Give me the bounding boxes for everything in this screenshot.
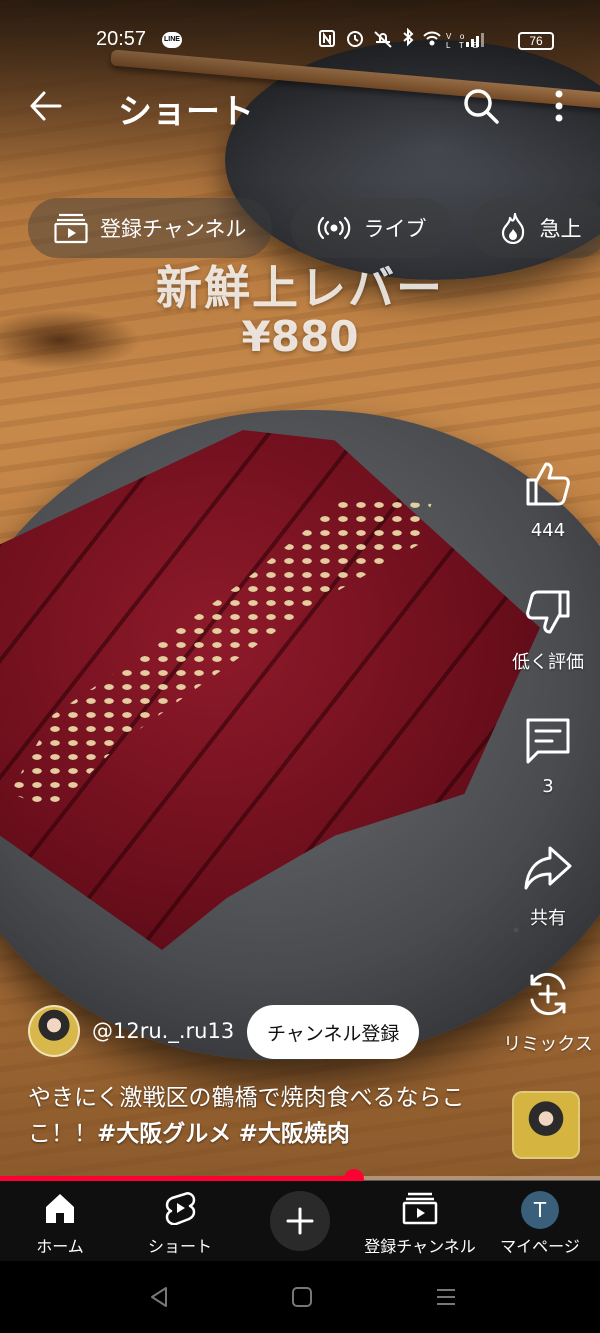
system-recents-button[interactable] — [434, 1285, 458, 1313]
channel-row: @12ru._.ru13 チャンネル登録 — [28, 1005, 488, 1059]
plus-icon — [286, 1207, 314, 1235]
chip-live[interactable]: ライブ — [291, 198, 453, 258]
live-icon — [318, 216, 351, 240]
channel-handle[interactable]: @12ru._.ru13 — [92, 1019, 234, 1043]
status-bar: 20:57 LINE Vo LTE 76 — [0, 24, 600, 58]
page-title: ショート — [118, 92, 254, 132]
channel-avatar[interactable] — [28, 1005, 80, 1057]
nav-home[interactable]: ホーム — [0, 1191, 120, 1257]
shorts-header: ショート — [0, 80, 600, 136]
chip-label: 急上 — [539, 217, 582, 241]
nav-label: ショート — [147, 1237, 212, 1256]
shorts-icon — [165, 1192, 196, 1225]
system-status-icons: Vo LTE — [319, 27, 484, 50]
status-icons: Vo LTE — [318, 27, 490, 55]
trending-icon — [501, 212, 524, 244]
battery-indicator: 76 — [518, 32, 554, 50]
menu-recents-icon — [437, 1289, 455, 1305]
dislike-label: 低く評価 — [512, 652, 584, 673]
search-icon — [464, 89, 499, 124]
search-button[interactable] — [462, 86, 500, 126]
line-notification-icon: LINE — [162, 32, 182, 48]
share-arrow-icon — [524, 846, 572, 890]
more-vert-icon — [555, 90, 563, 122]
thumb-up-icon — [526, 462, 570, 506]
subscriptions-icon — [54, 213, 88, 244]
svg-text:Vo: Vo — [446, 32, 473, 41]
system-home-button[interactable] — [291, 1285, 313, 1313]
share-button[interactable]: 共有 — [496, 842, 600, 930]
nav-shorts[interactable]: ショート — [120, 1191, 240, 1257]
video-overlay-price: ¥880 — [241, 312, 359, 361]
remix-button[interactable]: リミックス — [496, 968, 600, 1056]
back-arrow-icon — [30, 91, 62, 121]
system-back-button[interactable] — [148, 1285, 170, 1313]
bottom-navigation: ホーム ショート 登録チャンネル T マイページ — [0, 1181, 600, 1261]
subscribe-button[interactable]: チャンネル登録 — [247, 1005, 420, 1059]
thumb-down-icon — [526, 590, 570, 634]
square-home-icon — [292, 1287, 312, 1307]
nav-label: ホーム — [36, 1237, 84, 1256]
home-icon — [46, 1194, 74, 1223]
chip-label: 登録チャンネル — [100, 217, 247, 241]
nav-label: マイページ — [500, 1237, 580, 1256]
comment-icon — [526, 718, 570, 764]
triangle-back-icon — [151, 1287, 167, 1307]
nav-subscriptions[interactable]: 登録チャンネル — [360, 1191, 480, 1257]
remix-label: リミックス — [503, 1034, 593, 1055]
comment-count: 3 — [542, 776, 554, 797]
video-overlay-title: 新鮮上レバー — [156, 261, 444, 315]
subscriptions-icon — [402, 1192, 438, 1225]
comments-button[interactable]: 3 — [496, 714, 600, 797]
back-button[interactable] — [28, 86, 64, 126]
video-caption[interactable]: やきにく激戦区の鶴橋で焼肉食べるならここ！！#大阪グルメ #大阪焼肉 — [28, 1080, 488, 1152]
chip-subscriptions[interactable]: 登録チャンネル — [28, 198, 273, 258]
filter-chips: 登録チャンネル ライブ 急上 — [28, 198, 600, 258]
like-button[interactable]: 444 — [496, 458, 600, 541]
hashtag[interactable]: #大阪焼肉 — [239, 1121, 350, 1147]
share-label: 共有 — [530, 908, 566, 929]
like-count: 444 — [530, 520, 566, 541]
remix-icon — [530, 972, 566, 1016]
sound-thumbnail[interactable] — [512, 1091, 580, 1159]
nav-label: 登録チャンネル — [364, 1237, 476, 1256]
create-button[interactable] — [270, 1191, 330, 1251]
hashtag[interactable]: #大阪グルメ — [97, 1121, 231, 1147]
chip-label: ライブ — [363, 217, 427, 241]
nav-my-page[interactable]: T マイページ — [480, 1191, 600, 1257]
dislike-button[interactable]: 低く評価 — [496, 586, 600, 674]
system-navigation-bar — [0, 1261, 600, 1333]
chip-trending[interactable]: 急上 — [471, 198, 600, 258]
more-options-button[interactable] — [544, 86, 574, 126]
profile-avatar: T — [521, 1191, 559, 1229]
status-time: 20:57 — [96, 28, 147, 50]
